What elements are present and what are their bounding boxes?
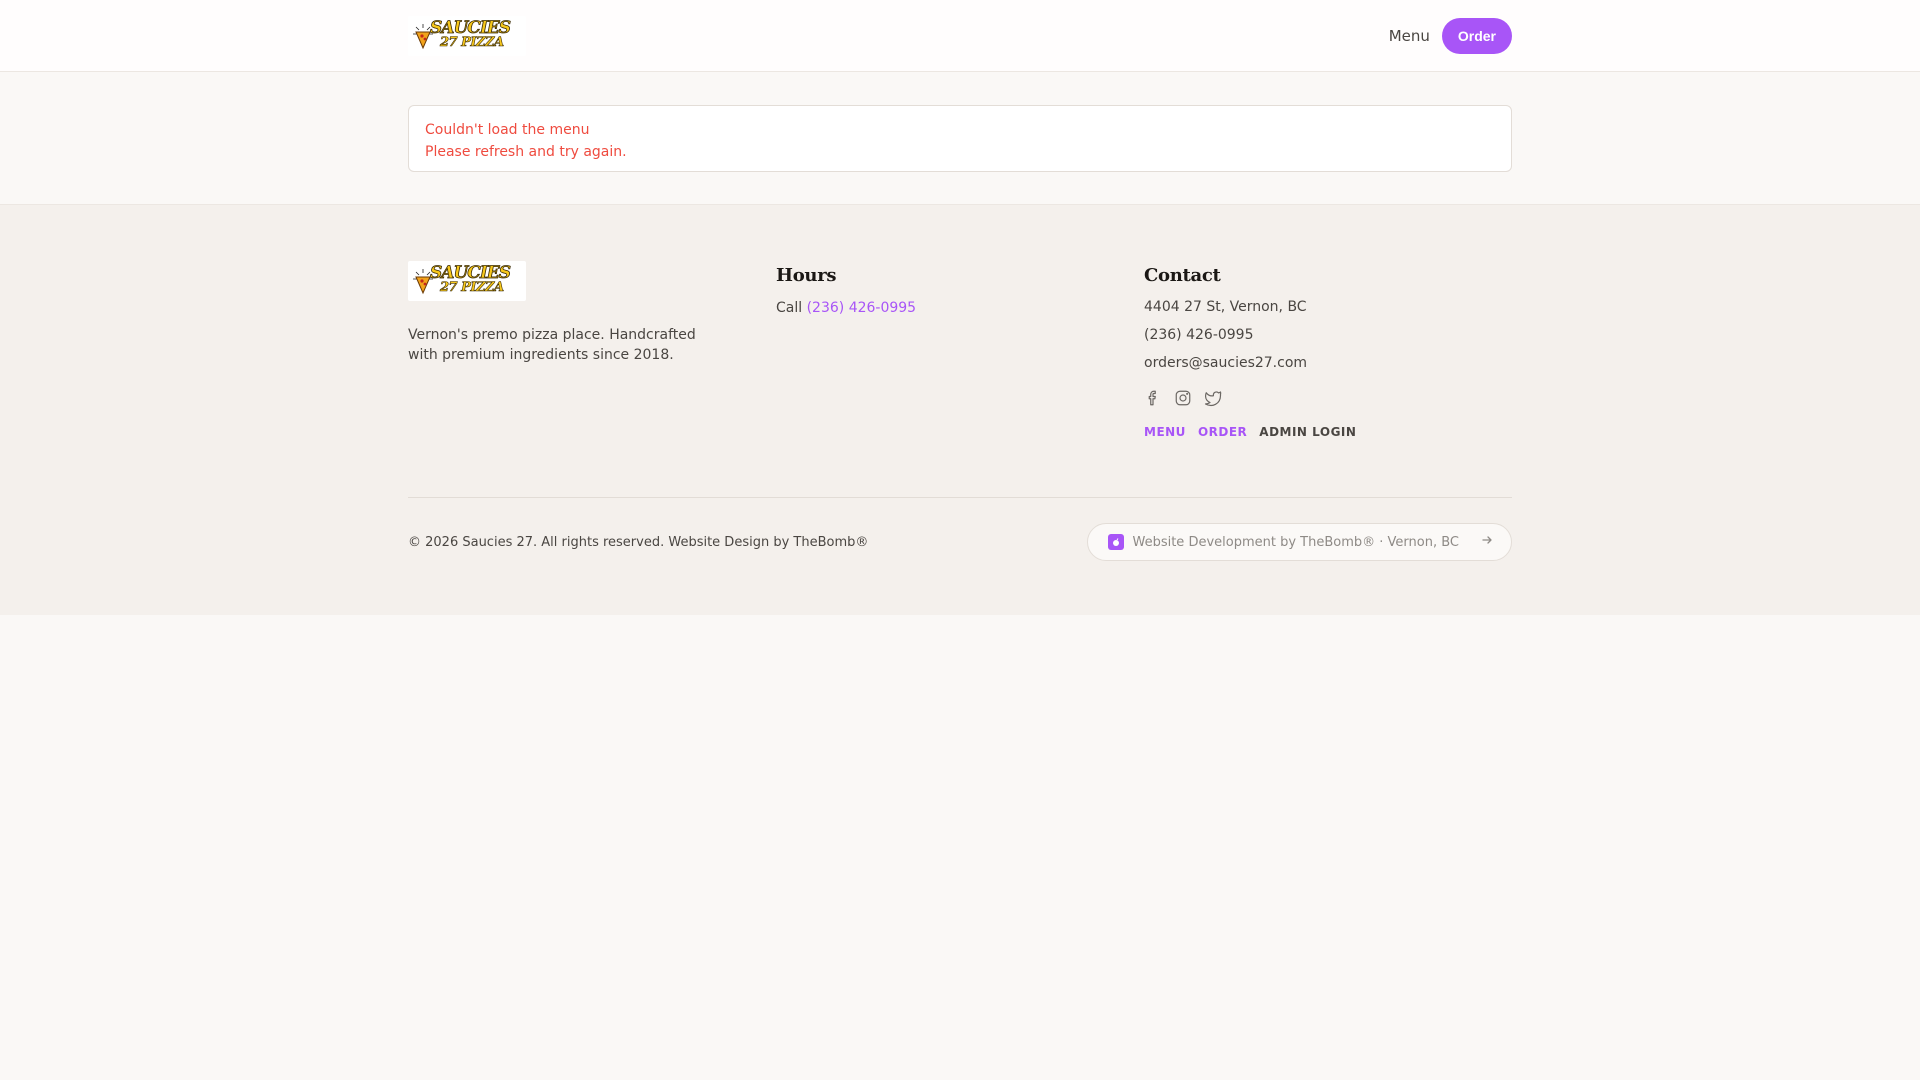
hours-call-prefix: Call — [776, 300, 803, 316]
footer-admin-login-link[interactable]: ADMIN LOGIN — [1259, 425, 1356, 439]
footer-brand: SAUCIES 27 PIZZA Vernon's premo pizza pl… — [408, 261, 776, 497]
footer-logo[interactable]: SAUCIES 27 PIZZA — [408, 261, 526, 301]
footer-menu-link[interactable]: MENU — [1144, 425, 1186, 439]
logo-image: SAUCIES 27 PIZZA — [408, 16, 526, 56]
copyright-text: © 2026 Saucies 27. All rights reserved. … — [408, 534, 869, 550]
main-content: Couldn't load the menu Please refresh an… — [0, 72, 1920, 205]
developer-credit-link[interactable]: Website Development by TheBomb® · Vernon… — [1087, 523, 1512, 561]
site-footer: SAUCIES 27 PIZZA Vernon's premo pizza pl… — [0, 205, 1920, 615]
footer-order-link[interactable]: ORDER — [1198, 425, 1247, 439]
nav-menu-link[interactable]: Menu — [1389, 21, 1430, 51]
twitter-icon[interactable] — [1204, 389, 1222, 411]
social-links — [1144, 389, 1512, 411]
instagram-icon[interactable] — [1174, 389, 1192, 411]
contact-phone: (236) 426-0995 — [1144, 327, 1254, 343]
order-button[interactable]: Order — [1441, 18, 1512, 54]
error-title: Couldn't load the menu — [425, 122, 590, 138]
footer-contact: Contact 4404 27 St, Vernon, BC (236) 426… — [1144, 261, 1512, 497]
footer-logo-image: SAUCIES 27 PIZZA — [408, 261, 526, 301]
footer-bottom: © 2026 Saucies 27. All rights reserved. … — [408, 498, 1512, 586]
error-message: Please refresh and try again. — [425, 144, 627, 160]
contact-heading: Contact — [1144, 265, 1221, 286]
footer-hours: Hours Call (236) 426-0995 — [776, 261, 1144, 497]
main-nav: Menu Order — [1389, 18, 1512, 54]
logo-word-bottom: 27 PIZZA — [440, 280, 505, 295]
logo-word-bottom: 27 PIZZA — [440, 35, 505, 50]
facebook-icon[interactable] — [1144, 389, 1162, 411]
contact-address: 4404 27 St, Vernon, BC — [1144, 299, 1307, 315]
contact-email: orders@saucies27.com — [1144, 355, 1308, 371]
hours-call-line: Call (236) 426-0995 — [776, 300, 1144, 316]
developer-credit-text: Website Development by TheBomb® · Vernon… — [1132, 534, 1459, 550]
footer-tagline: Vernon's premo pizza place. Handcrafted … — [408, 327, 696, 363]
bomb-icon — [1108, 534, 1125, 550]
hours-phone-link[interactable]: (236) 426-0995 — [807, 300, 917, 316]
error-alert: Couldn't load the menu Please refresh an… — [408, 105, 1512, 172]
arrow-right-icon — [1481, 534, 1493, 550]
site-logo[interactable]: SAUCIES 27 PIZZA — [408, 16, 526, 56]
footer-nav-links: MENU ORDER ADMIN LOGIN — [1144, 425, 1512, 439]
site-header: SAUCIES 27 PIZZA Menu Order — [0, 0, 1920, 72]
hours-heading: Hours — [776, 265, 837, 286]
